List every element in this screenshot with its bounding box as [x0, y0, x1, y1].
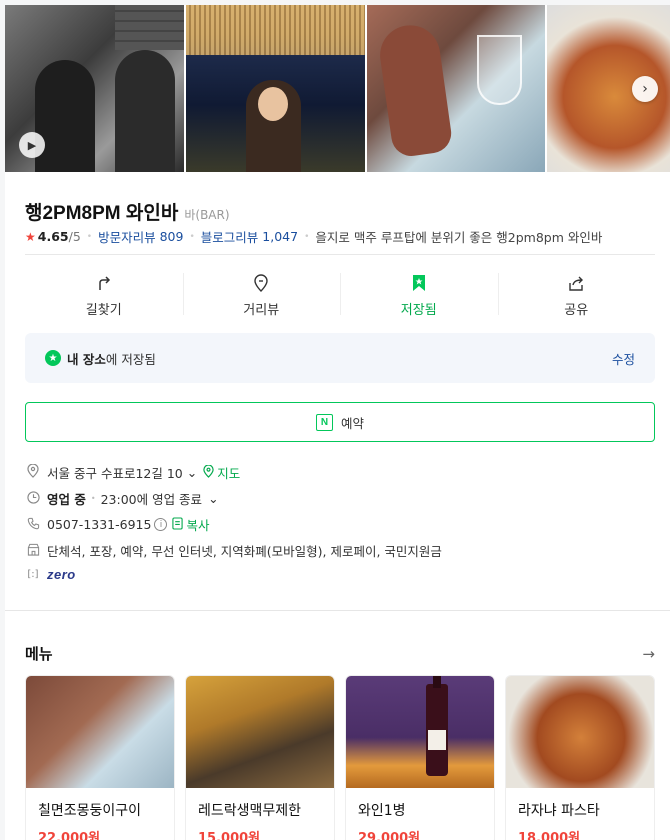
photo-3-dish: [376, 21, 454, 159]
separator-dot: •: [90, 494, 96, 503]
menu-item-name: 레드락생맥무제한: [198, 803, 302, 819]
place-title: 행2PM8PM 와인바: [25, 203, 179, 224]
place-category: 바(BAR): [184, 208, 230, 222]
separator-dot: •: [86, 231, 93, 242]
menu-item[interactable]: 라자냐 파스타 18,000원: [505, 675, 655, 840]
menu-item-price: 22,000원: [38, 831, 101, 840]
share-label: 공유: [564, 302, 589, 318]
hours-text: 23:00에 영업 종료: [100, 492, 203, 507]
edit-button[interactable]: 수정: [612, 349, 635, 368]
blog-review-count[interactable]: 1,047: [262, 229, 298, 244]
location-pin-icon: [251, 273, 271, 293]
wine-bottle: [426, 676, 448, 776]
menu-image: [186, 676, 334, 788]
reserve-button[interactable]: N 예약: [25, 402, 655, 442]
copy-button[interactable]: 복사: [186, 515, 209, 534]
arrow-right-icon[interactable]: →: [642, 645, 655, 663]
menu-image: [346, 676, 494, 788]
photo-1-person-left: [35, 60, 95, 172]
my-places-label: 내 장소: [67, 351, 106, 367]
menu-header: 메뉴 →: [25, 643, 655, 664]
phone-number[interactable]: 0507-1331-6915: [47, 517, 151, 532]
map-pin-icon[interactable]: [203, 464, 214, 481]
menu-item-name: 라자냐 파스타: [518, 803, 600, 819]
directions-icon: [94, 273, 114, 293]
menu-item-name: 와인1병: [358, 803, 406, 819]
phone-row: 0507-1331-6915 i 복사: [25, 515, 209, 534]
zero-pay-logo: zero: [47, 567, 76, 582]
visitor-review-link[interactable]: 방문자리뷰: [98, 227, 156, 246]
menu-title: 메뉴: [25, 645, 53, 663]
star-icon: ★: [25, 229, 36, 244]
chevron-down-icon[interactable]: ⌄: [208, 491, 218, 506]
menu-image: [26, 676, 174, 788]
rating-max: /5: [68, 229, 81, 244]
street-view-button[interactable]: 거리뷰: [182, 267, 341, 323]
chevron-down-icon[interactable]: ⌄: [187, 465, 197, 480]
play-icon[interactable]: ▶: [19, 132, 45, 158]
separator-dot: •: [189, 231, 195, 242]
naver-calendar-icon: N: [315, 413, 333, 431]
address-row: 서울 중구 수표로12길 10 ⌄ 지도: [25, 463, 240, 482]
photo-strip[interactable]: ▶ ›: [5, 5, 670, 172]
bookmark-icon: [409, 273, 429, 293]
amenities-row: 단체석, 포장, 예약, 무선 인터넷, 지역화폐(모바일형), 제로페이, 국…: [25, 541, 442, 560]
hours-row[interactable]: 영업 중 • 23:00에 영업 종료 ⌄: [25, 489, 219, 508]
divider: [25, 254, 655, 255]
chevron-right-icon[interactable]: ›: [632, 76, 658, 102]
visitor-review-count[interactable]: 809: [160, 229, 184, 244]
place-description: 을지로 맥주 루프탑에 분위기 좋은 행2pm8pm 와인바: [315, 230, 603, 245]
menu-item-price: 18,000원: [518, 831, 581, 840]
rating-row: ★ 4.65 /5 • 방문자리뷰 809 • 블로그리뷰 1,047 • 을지…: [25, 227, 602, 246]
zero-pay-icon: [:]: [27, 569, 39, 580]
saved-label: 저장됨: [400, 302, 437, 318]
saved-notice: ★ 내 장소 에 저장됨 수정: [25, 333, 655, 383]
info-icon[interactable]: i: [154, 518, 168, 531]
map-link[interactable]: 지도: [217, 463, 240, 482]
phone-icon: [25, 517, 41, 533]
photo-3[interactable]: [367, 5, 545, 172]
menu-item-name: 칠면조몽둥이구이: [38, 803, 142, 819]
reserve-label: 예약: [340, 415, 364, 431]
directions-button[interactable]: 길찾기: [25, 267, 183, 323]
menu-item[interactable]: 칠면조몽둥이구이 22,000원: [25, 675, 175, 840]
clock-icon: [25, 490, 41, 507]
share-icon: [566, 273, 586, 293]
menu-image: [506, 676, 654, 788]
section-divider: [5, 610, 670, 611]
menu-item-price: 15,000원: [198, 831, 261, 840]
store-icon: [25, 543, 41, 559]
bottle-label: [428, 730, 446, 750]
separator-dot: •: [304, 231, 310, 242]
photo-1-bricks: [115, 5, 184, 50]
zero-pay-row: [:] zero: [25, 567, 76, 582]
blog-review-link[interactable]: 블로그리뷰: [201, 227, 259, 246]
directions-label: 길찾기: [85, 302, 122, 318]
rating-value: 4.65: [37, 229, 69, 244]
menu-item-price: 29,000원: [358, 831, 421, 840]
amenities-text: 단체석, 포장, 예약, 무선 인터넷, 지역화폐(모바일형), 제로페이, 국…: [47, 544, 442, 559]
copy-icon[interactable]: [172, 516, 184, 533]
share-button[interactable]: 공유: [497, 267, 656, 323]
saved-button[interactable]: 저장됨: [340, 267, 498, 323]
open-status: 영업 중: [47, 492, 86, 507]
saved-text: 에 저장됨: [105, 351, 156, 367]
photo-1-person-right: [115, 50, 175, 172]
photo-2-face: [258, 87, 288, 121]
action-bar: 길찾기 거리뷰 저장됨 공유: [25, 267, 655, 323]
photo-3-glass: [477, 35, 522, 105]
star-check-icon: ★: [45, 350, 61, 366]
menu-item[interactable]: 레드락생맥무제한 15,000원: [185, 675, 335, 840]
street-view-label: 거리뷰: [243, 302, 280, 318]
address-text: 서울 중구 수표로12길 10: [47, 466, 183, 481]
place-detail-panel: ▶ › 행2PM8PM 와인바 바(BAR) ★ 4.65 /5 • 방문자리뷰…: [5, 5, 670, 840]
menu-item[interactable]: 와인1병 29,000원: [345, 675, 495, 840]
photo-2[interactable]: [186, 5, 365, 172]
location-pin-icon: [25, 463, 41, 481]
title-row: 행2PM8PM 와인바 바(BAR): [25, 198, 230, 225]
photo-2-fringe: [186, 5, 365, 55]
